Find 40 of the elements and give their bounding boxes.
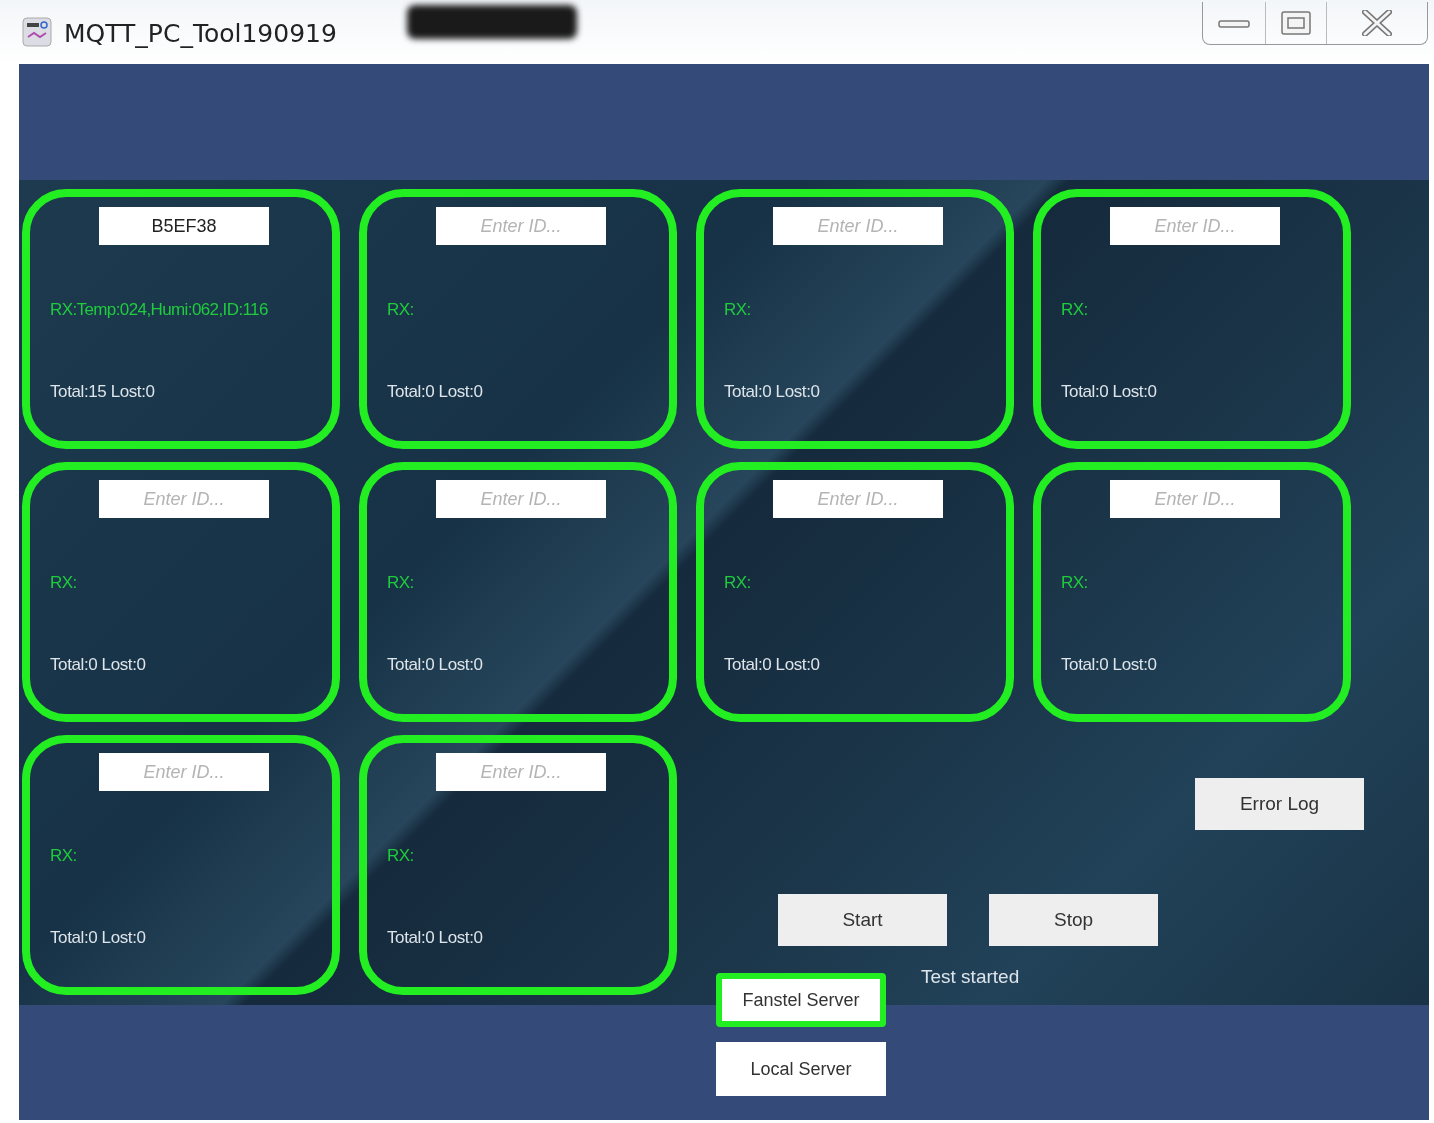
id-field[interactable]: Enter ID...: [1110, 480, 1280, 518]
totals-text: Total:0 Lost:0: [387, 928, 483, 948]
stop-button[interactable]: Stop: [989, 894, 1158, 946]
close-icon[interactable]: [1362, 10, 1392, 36]
totals-text: Total:15 Lost:0: [50, 382, 155, 402]
totals-text: Total:0 Lost:0: [387, 655, 483, 675]
totals-text: Total:0 Lost:0: [387, 382, 483, 402]
status-text: Test started: [921, 966, 1020, 988]
id-field[interactable]: B5EF38: [99, 207, 269, 245]
error-log-button[interactable]: Error Log: [1195, 778, 1364, 830]
rx-text: RX:: [724, 300, 751, 320]
totals-text: Total:0 Lost:0: [1061, 655, 1157, 675]
rx-text: RX:: [387, 573, 414, 593]
id-field[interactable]: Enter ID...: [99, 480, 269, 518]
rx-text: RX:: [387, 846, 414, 866]
rx-text: RX:: [50, 846, 77, 866]
id-field[interactable]: Enter ID...: [773, 480, 943, 518]
server-button[interactable]: Local Server: [716, 1042, 886, 1096]
app-icon: [22, 17, 52, 47]
window-title: MQTT_PC_Tool190919: [64, 18, 337, 48]
rx-text: RX:: [724, 573, 751, 593]
maximize-icon[interactable]: [1281, 11, 1311, 35]
server-button[interactable]: Fanstel Server: [716, 973, 886, 1027]
rx-text: RX:: [1061, 573, 1088, 593]
start-button[interactable]: Start: [778, 894, 947, 946]
totals-text: Total:0 Lost:0: [50, 655, 146, 675]
id-field[interactable]: Enter ID...: [99, 753, 269, 791]
totals-text: Total:0 Lost:0: [1061, 382, 1157, 402]
totals-text: Total:0 Lost:0: [50, 928, 146, 948]
id-field[interactable]: Enter ID...: [1110, 207, 1280, 245]
totals-text: Total:0 Lost:0: [724, 655, 820, 675]
rx-text: RX:: [50, 573, 77, 593]
totals-text: Total:0 Lost:0: [724, 382, 820, 402]
id-field[interactable]: Enter ID...: [436, 207, 606, 245]
rx-text: RX:: [1061, 300, 1088, 320]
id-field[interactable]: Enter ID...: [773, 207, 943, 245]
id-field[interactable]: Enter ID...: [436, 480, 606, 518]
rx-text: RX:: [387, 300, 414, 320]
id-field[interactable]: Enter ID...: [436, 753, 606, 791]
rx-text: RX:Temp:024,Humi:062,ID:116: [50, 300, 268, 320]
